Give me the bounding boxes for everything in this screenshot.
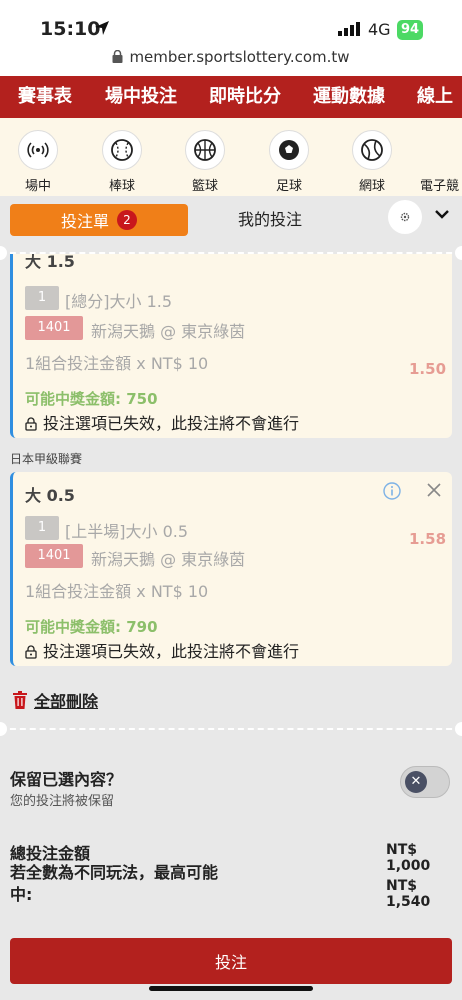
signal-icon	[338, 22, 360, 36]
sport-label: 足球	[275, 179, 302, 194]
max-win-label: 若全數為不同玩法，最高可能中:	[10, 863, 219, 904]
place-bet-label: 投注	[214, 953, 247, 972]
chevron-down-icon[interactable]	[434, 208, 450, 220]
lock-icon	[25, 645, 37, 659]
keep-selection-subtitle: 您的投注將被保留	[10, 794, 115, 809]
tab-my-bets[interactable]: 我的投注	[238, 204, 302, 236]
market-number-chip: 1	[25, 516, 59, 540]
combo-amount: 1組合投注金額 x NT$ 10	[25, 582, 209, 601]
sport-tennis[interactable]: 網球	[342, 130, 402, 194]
status-time: 15:10	[40, 18, 101, 40]
trash-icon	[13, 691, 27, 709]
market-number-chip: 1	[25, 286, 59, 310]
tennis-icon	[352, 130, 392, 170]
toggle-off-icon: ✕	[405, 771, 427, 793]
sport-label: 電子競	[420, 179, 460, 194]
match-name: 新潟天鵝 @ 東京綠茵	[91, 550, 246, 569]
bet-card: 大 0.5 1 [上半場]大小 0.5 1.58 1401 新潟天鵝 @ 東京綠…	[10, 472, 452, 666]
match-number-chip: 1401	[25, 316, 83, 340]
sport-navigation: 場中 棒球 籃球 足球 網球 電子競	[0, 118, 462, 196]
sport-soccer[interactable]: 足球	[259, 130, 319, 194]
info-icon[interactable]	[383, 482, 401, 500]
tab-bet-slip[interactable]: 投注單 2	[10, 204, 188, 236]
notch-right	[455, 722, 462, 736]
sport-label: 籃球	[191, 179, 218, 194]
url-text: member.sportslottery.com.tw	[129, 48, 350, 66]
basketball-icon	[185, 130, 225, 170]
gear-icon	[400, 212, 410, 222]
lock-icon	[112, 50, 123, 63]
location-arrow-icon	[95, 21, 109, 35]
match-name: 新潟天鵝 @ 東京綠茵	[91, 322, 246, 341]
baseball-icon	[102, 130, 142, 170]
battery-indicator: 94	[397, 20, 424, 40]
top-navigation: 賽事表 場中投注 即時比分 運動數據 線上	[0, 76, 462, 118]
potential-win: 可能中獎金額: 790	[25, 618, 158, 636]
invalid-text: 投注選項已失效，此投注將不會進行	[43, 642, 300, 661]
notch-left	[0, 722, 7, 736]
bet-slip-panel: 投注單 2 我的投注 大 1.5 1 [總分]大小 1.5 1.50 1401 …	[0, 196, 462, 1000]
status-bar: 15:10 4G 94	[0, 0, 462, 48]
soccer-icon	[269, 130, 309, 170]
place-bet-button[interactable]: 投注	[10, 938, 452, 984]
invalid-notice: 投注選項已失效，此投注將不會進行	[25, 410, 299, 434]
home-indicator	[149, 986, 313, 991]
combo-amount: 1組合投注金額 x NT$ 10	[25, 354, 209, 373]
total-stake-label: 總投注金額	[10, 844, 91, 863]
keep-selection-title: 保留已選內容？	[10, 770, 123, 789]
max-win-value: NT$ 1,540	[386, 878, 431, 910]
network-type: 4G	[368, 20, 391, 39]
sport-label: 網球	[358, 179, 385, 194]
sport-label: 場中	[24, 179, 51, 194]
market-name: [總分]大小 1.5	[65, 292, 173, 311]
close-icon[interactable]	[426, 482, 442, 498]
market-name: [上半場]大小 0.5	[65, 522, 189, 541]
notch-right	[455, 246, 462, 260]
divider	[0, 728, 462, 730]
nav-online[interactable]: 線上	[417, 76, 453, 118]
live-signal-icon	[18, 130, 58, 170]
nav-live-score[interactable]: 即時比分	[209, 76, 281, 118]
sport-basketball[interactable]: 籃球	[175, 130, 235, 194]
delete-all-label: 全部刪除	[34, 692, 99, 711]
nav-schedule[interactable]: 賽事表	[18, 76, 72, 118]
tab-bet-slip-label: 投注單	[60, 212, 109, 231]
invalid-text: 投注選項已失效，此投注將不會進行	[43, 414, 300, 433]
nav-live-betting[interactable]: 場中投注	[105, 76, 177, 118]
url-bar[interactable]: member.sportslottery.com.tw	[0, 48, 462, 76]
total-stake-value: NT$ 1,000	[386, 842, 431, 874]
bet-odds: 1.50	[409, 360, 447, 378]
invalid-notice: 投注選項已失效，此投注將不會進行	[25, 638, 299, 662]
match-number-chip: 1401	[25, 544, 83, 568]
nav-sports-data[interactable]: 運動數據	[313, 76, 385, 118]
notch-left	[0, 246, 7, 260]
bet-card: 大 1.5 1 [總分]大小 1.5 1.50 1401 新潟天鵝 @ 東京綠茵…	[10, 254, 452, 438]
lock-icon	[25, 417, 37, 431]
settings-button[interactable]	[388, 200, 422, 234]
potential-win: 可能中獎金額: 750	[25, 390, 158, 408]
delete-all-button[interactable]: 全部刪除	[12, 688, 98, 712]
bet-title: 大 0.5	[25, 486, 75, 505]
bet-count-badge: 2	[117, 210, 137, 230]
sport-esports[interactable]: 電子競	[420, 130, 462, 194]
sport-live[interactable]: 場中	[8, 130, 68, 194]
sport-baseball[interactable]: 棒球	[92, 130, 152, 194]
bet-odds: 1.58	[409, 530, 447, 548]
sport-label: 棒球	[108, 179, 135, 194]
keep-selection-toggle[interactable]: ✕	[400, 766, 450, 798]
league-name: 日本甲級聯賽	[10, 452, 83, 466]
